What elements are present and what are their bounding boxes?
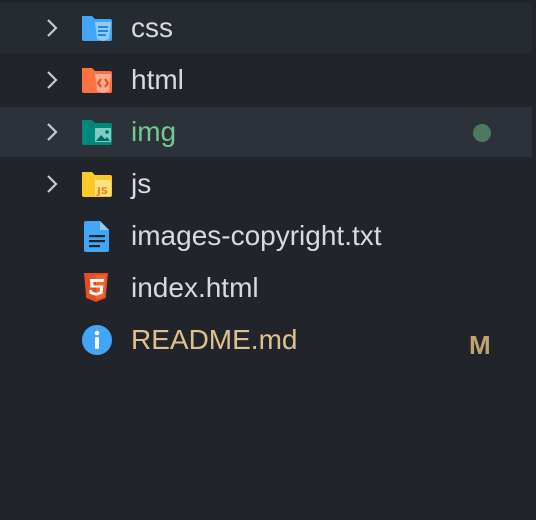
file-label: README.md (131, 324, 298, 355)
untracked-status-dot (473, 124, 491, 142)
chevron-right-icon[interactable] (42, 18, 62, 38)
text-document-icon (84, 221, 109, 252)
html5-icon (84, 273, 108, 302)
file-index-html[interactable]: index.html (0, 263, 532, 313)
file-images-copyright[interactable]: images-copyright.txt (0, 211, 532, 261)
chevron-right-icon[interactable] (42, 70, 62, 90)
folder-label: html (131, 64, 184, 95)
modified-status-badge: M (469, 330, 491, 360)
chevron-right-icon[interactable] (42, 122, 62, 142)
svg-text:JS: JS (96, 186, 108, 197)
file-label: index.html (131, 272, 259, 303)
folder-label: img (131, 116, 177, 147)
folder-img[interactable]: img (0, 107, 532, 157)
file-readme[interactable]: README.md (0, 315, 532, 365)
folder-html-icon (82, 68, 112, 93)
file-explorer: css html img JS js images-copyright.txt … (0, 0, 536, 520)
folder-label: css (131, 12, 173, 43)
folder-css-icon (82, 16, 112, 41)
folder-label: js (131, 168, 152, 199)
file-label: images-copyright.txt (131, 220, 382, 251)
folder-css[interactable]: css (0, 3, 532, 53)
info-icon (82, 325, 112, 355)
folder-images-icon (82, 120, 112, 145)
chevron-right-icon[interactable] (42, 174, 62, 194)
folder-js[interactable]: JS js (0, 159, 532, 209)
folder-javascript-icon: JS (82, 172, 112, 197)
folder-html[interactable]: html (0, 55, 532, 105)
